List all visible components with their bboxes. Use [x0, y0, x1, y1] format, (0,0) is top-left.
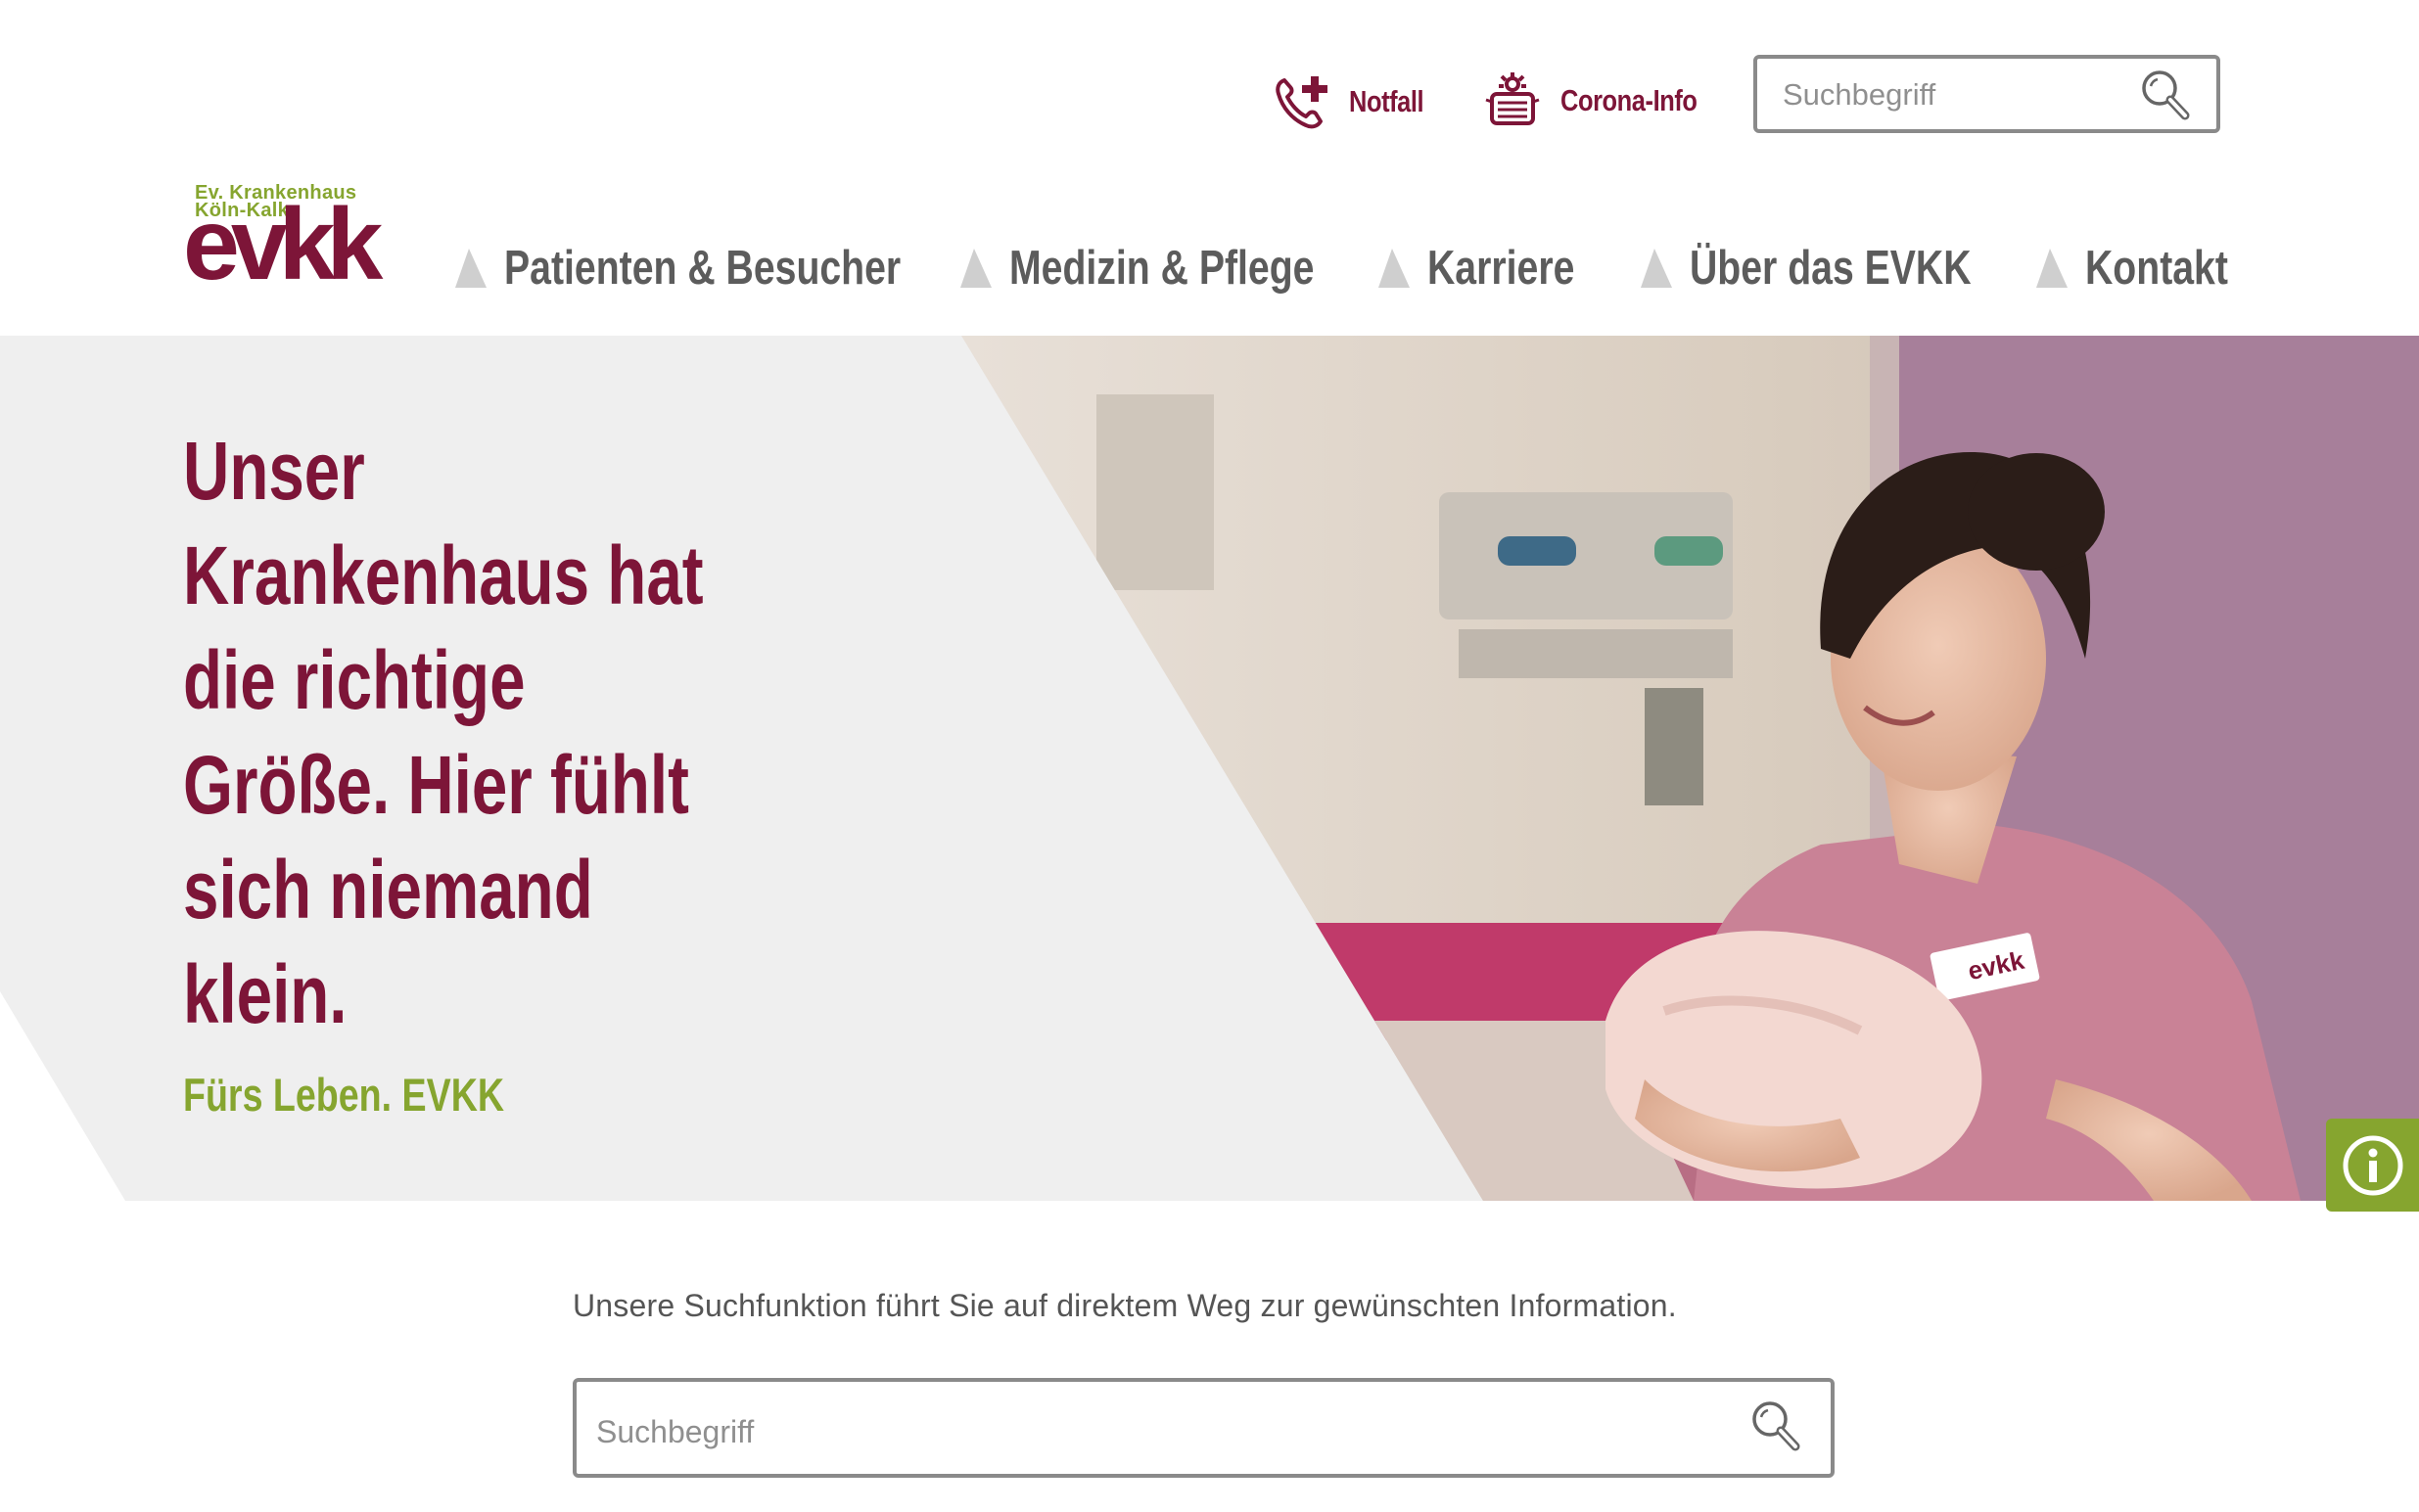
nav-triangle-icon: [1378, 249, 1410, 288]
nav-triangle-icon: [960, 249, 992, 288]
nav-item-medizin[interactable]: Medizin & Pflege: [960, 241, 1390, 296]
info-icon: [2343, 1135, 2402, 1195]
emergency-label: Notfall: [1349, 84, 1424, 118]
nav-item-ueber[interactable]: Über das EVKK: [1641, 241, 2041, 296]
emergency-link[interactable]: Notfall: [1275, 72, 1440, 131]
hero-headline-line: Größe. Hier fühlt: [183, 739, 689, 831]
phone-plus-icon: [1275, 72, 1329, 131]
search-icon[interactable]: [2140, 69, 2191, 121]
nav-label: Über das EVKK: [1690, 242, 1972, 295]
nav-triangle-icon: [2036, 249, 2068, 288]
nav-label: Patienten & Besucher: [504, 242, 902, 295]
nav-triangle-icon: [455, 249, 487, 288]
nav-triangle-icon: [1641, 249, 1672, 288]
main-search-box: [573, 1378, 1835, 1478]
hero-headline-line: die richtige: [183, 634, 526, 726]
header-search-input[interactable]: [1781, 74, 2137, 115]
search-intro-text: Unsere Suchfunktion führt Sie auf direkt…: [573, 1288, 1677, 1323]
corona-info-icon: [1484, 72, 1541, 129]
search-icon[interactable]: [1750, 1399, 1801, 1452]
hero-headline-line: Unser: [183, 425, 365, 517]
nav-item-patienten[interactable]: Patienten & Besucher: [455, 241, 1000, 296]
header-search-box: [1753, 55, 2220, 133]
info-button[interactable]: [2326, 1119, 2419, 1212]
corona-info-link[interactable]: Corona-Info: [1484, 72, 1727, 129]
hero-headline: Unser Krankenhaus hat die richtige Größe…: [183, 419, 733, 1047]
hero-headline-line: sich niemand: [183, 844, 593, 936]
nav-item-kontakt[interactable]: Kontakt: [2036, 241, 2263, 296]
logo[interactable]: Ev. Krankenhaus Köln-Kalk evkk: [183, 183, 408, 301]
nav-label: Karriere: [1427, 242, 1575, 295]
nav-item-karriere[interactable]: Karriere: [1378, 241, 1611, 296]
main-search-input[interactable]: [594, 1409, 1675, 1454]
nav-label: Kontakt: [2085, 242, 2228, 295]
hero-headline-line: Krankenhaus hat: [183, 529, 704, 621]
corona-info-label: Corona-Info: [1560, 83, 1698, 117]
nav-label: Medizin & Pflege: [1009, 242, 1315, 295]
hero-tagline: Fürs Leben. EVKK: [183, 1069, 505, 1121]
hero-headline-line: klein.: [183, 948, 348, 1040]
logo-wordmark: evkk: [183, 188, 383, 301]
